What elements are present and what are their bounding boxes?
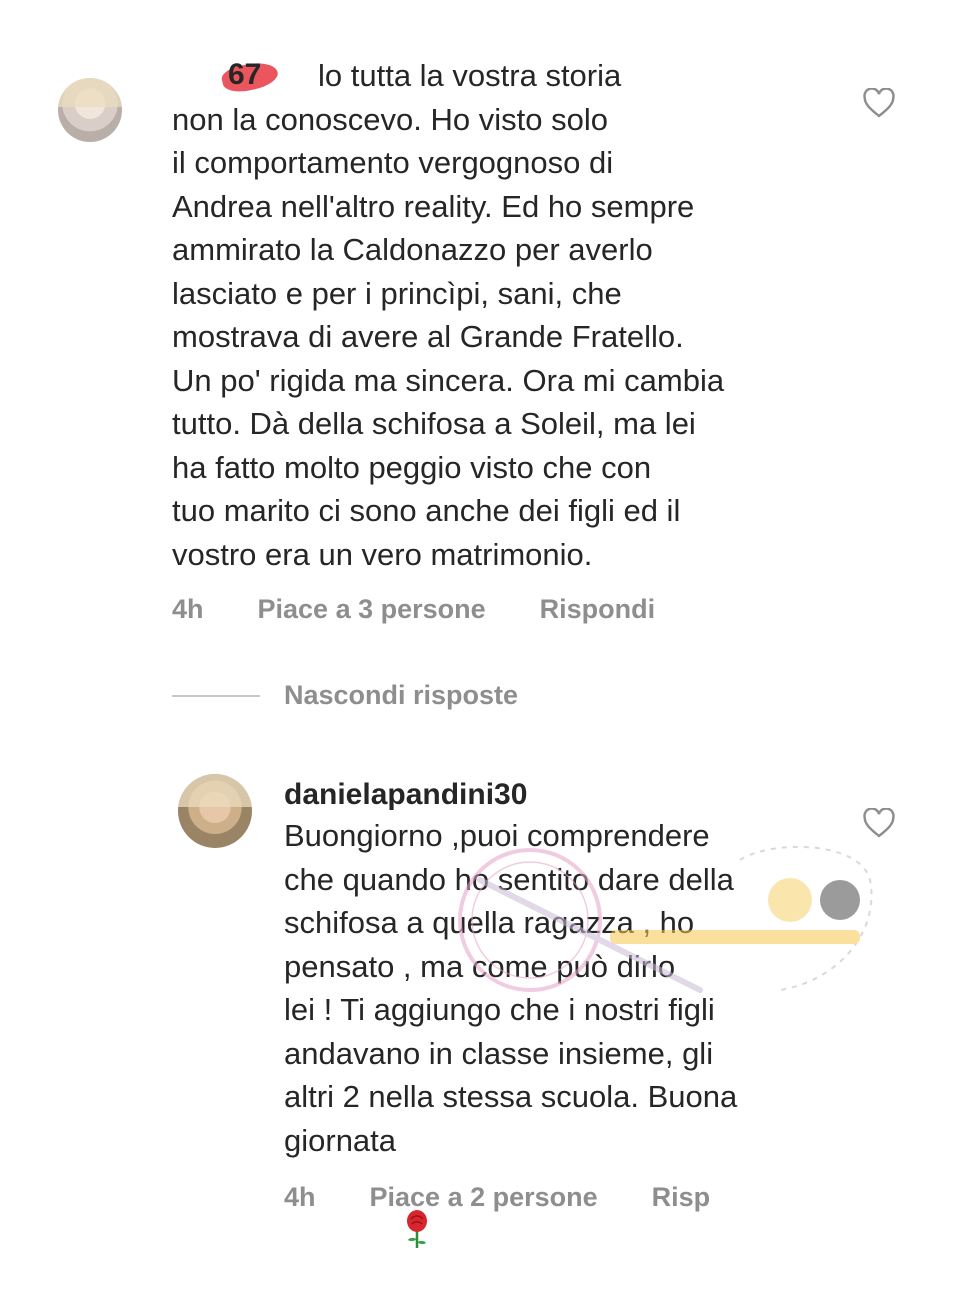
comment-1: 67 lo tutta la vostra storia non la cono… xyxy=(0,52,954,652)
heart-icon[interactable] xyxy=(862,808,896,838)
comment-username[interactable]: danielapandini30 xyxy=(284,778,527,812)
heart-icon[interactable] xyxy=(862,88,896,118)
comment-2: danielapandini30 Buongiorno ,puoi compre… xyxy=(0,772,954,1249)
hide-replies-label: Nascondi risposte xyxy=(284,680,519,710)
comment-time: 4h xyxy=(172,594,204,624)
comment-meta: 4h Piace a 3 persone Rispondi xyxy=(172,594,655,625)
comment-text: lo tutta la vostra storia non la conosce… xyxy=(172,58,725,572)
avatar[interactable] xyxy=(58,78,122,142)
reply-button[interactable]: Rispondi xyxy=(540,594,656,625)
divider-line xyxy=(172,694,260,697)
reply-button[interactable]: Risp xyxy=(652,1182,711,1213)
comment-meta: 4h Piace a 2 persone Risp xyxy=(284,1182,710,1213)
avatar[interactable] xyxy=(178,774,252,848)
comment-text: Buongiorno ,puoi comprendere che quando … xyxy=(284,814,844,1249)
rose-emoji xyxy=(402,1122,432,1249)
likes-link[interactable]: Piace a 3 persone xyxy=(258,594,486,625)
comment-time: 4h xyxy=(284,1182,316,1212)
likes-link[interactable]: Piace a 2 persone xyxy=(370,1182,598,1213)
hide-replies-toggle[interactable]: Nascondi risposte xyxy=(172,680,518,711)
